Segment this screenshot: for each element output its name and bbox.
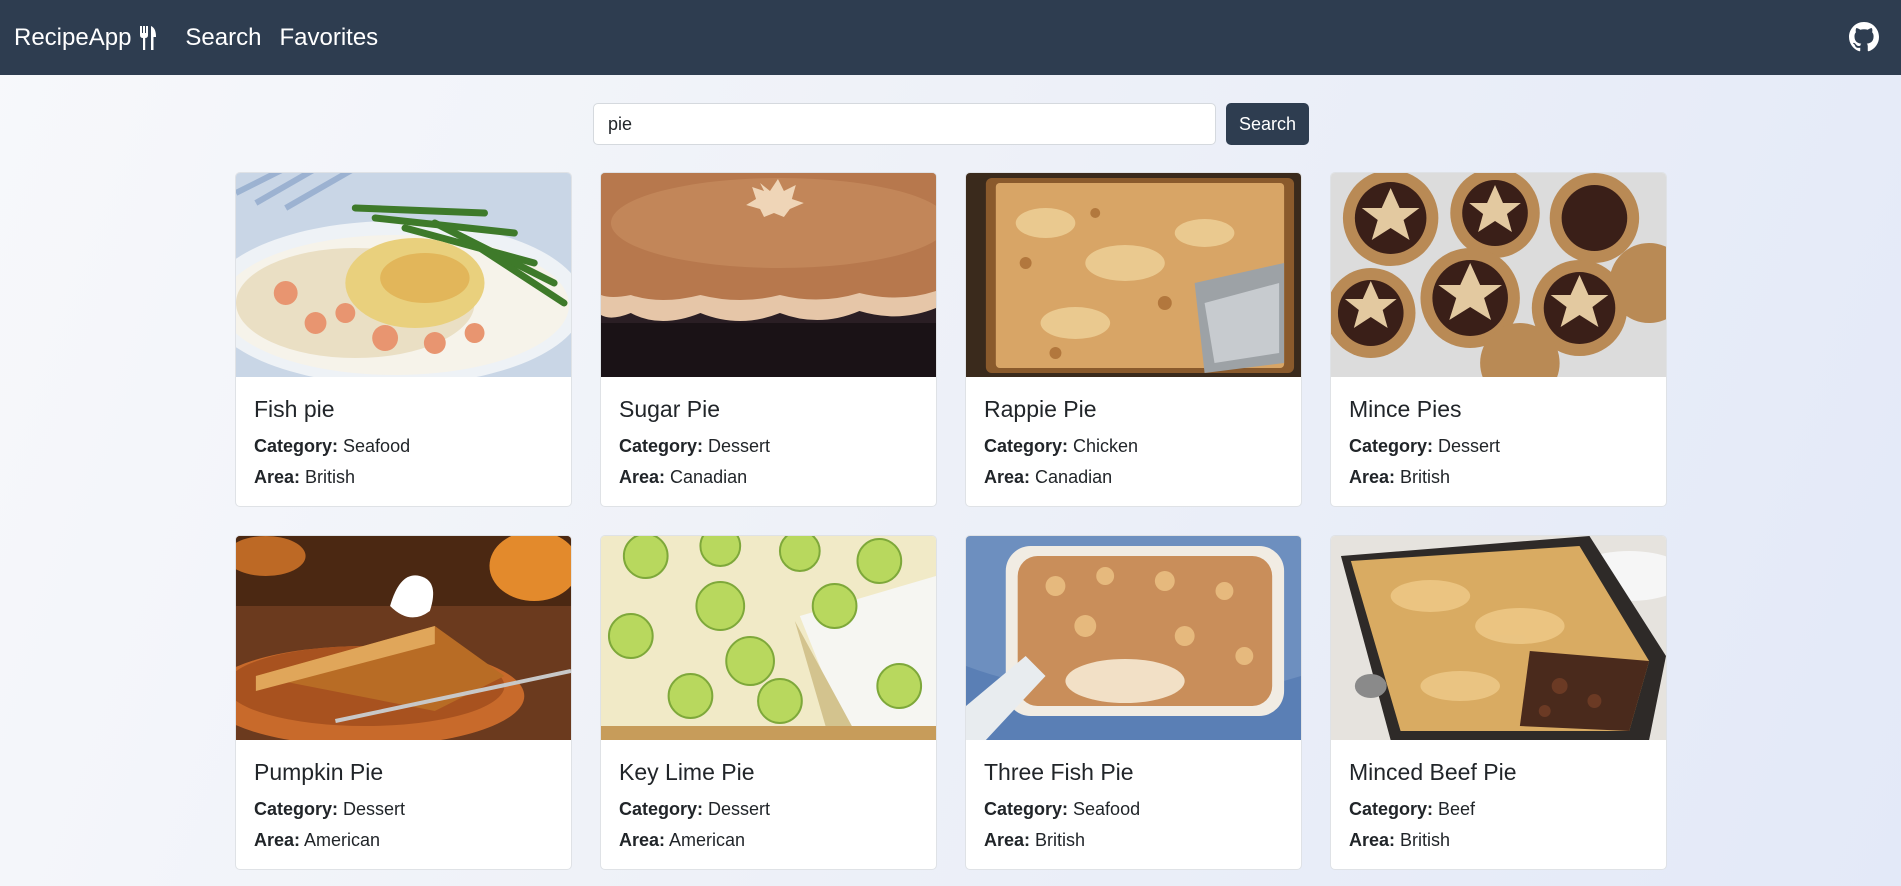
brand-link[interactable]: RecipeApp	[14, 24, 157, 52]
area-value: British	[1400, 467, 1451, 487]
recipe-category: Category: Seafood	[254, 431, 553, 462]
recipe-title: Rappie Pie	[984, 396, 1097, 422]
recipe-area: Area: Canadian	[984, 462, 1283, 493]
recipe-card[interactable]: Pumpkin Pie Category: Dessert Area: Amer…	[235, 535, 572, 870]
recipe-title: Pumpkin Pie	[254, 759, 384, 785]
area-value: Canadian	[1035, 467, 1113, 487]
area-value: British	[305, 467, 356, 487]
nav-link-search[interactable]: Search	[185, 24, 261, 52]
search-input[interactable]	[593, 103, 1216, 145]
recipe-card[interactable]: Key Lime Pie Category: Dessert Area: Ame…	[600, 535, 937, 870]
recipe-image	[601, 536, 936, 740]
area-value: American	[304, 830, 381, 850]
category-value: Seafood	[343, 436, 411, 456]
recipe-grid: Fish pie Category: Seafood Area: British…	[235, 172, 1667, 870]
area-value: Canadian	[670, 467, 748, 487]
recipe-category: Category: Chicken	[984, 431, 1283, 462]
recipe-title: Fish pie	[254, 396, 335, 422]
category-label: Category:	[984, 799, 1069, 819]
recipe-image	[236, 173, 571, 377]
nav-link-favorites[interactable]: Favorites	[279, 24, 378, 52]
search-button[interactable]: Search	[1226, 103, 1309, 145]
area-label: Area:	[984, 830, 1031, 850]
category-label: Category:	[619, 799, 704, 819]
recipe-image	[966, 536, 1301, 740]
area-label: Area:	[619, 467, 666, 487]
category-label: Category:	[254, 436, 339, 456]
recipe-title: Minced Beef Pie	[1349, 759, 1517, 785]
recipe-image	[601, 173, 936, 377]
recipe-area: Area: American	[254, 825, 553, 856]
recipe-area: Area: British	[1349, 825, 1648, 856]
search-bar: Search	[593, 103, 1309, 145]
category-label: Category:	[1349, 436, 1434, 456]
utensils-icon	[139, 25, 157, 50]
recipe-area: Area: British	[1349, 462, 1648, 493]
recipe-card[interactable]: Three Fish Pie Category: Seafood Area: B…	[965, 535, 1302, 870]
recipe-card[interactable]: Rappie Pie Category: Chicken Area: Canad…	[965, 172, 1302, 507]
category-value: Beef	[1438, 799, 1476, 819]
recipe-title: Mince Pies	[1349, 396, 1462, 422]
category-value: Chicken	[1073, 436, 1139, 456]
navbar: RecipeApp Search Favorites	[0, 0, 1901, 75]
area-label: Area:	[254, 830, 301, 850]
area-value: British	[1400, 830, 1451, 850]
recipe-card[interactable]: Fish pie Category: Seafood Area: British	[235, 172, 572, 507]
category-value: Dessert	[708, 436, 771, 456]
recipe-category: Category: Seafood	[984, 794, 1283, 825]
recipe-title: Three Fish Pie	[984, 759, 1134, 785]
area-label: Area:	[254, 467, 301, 487]
recipe-category: Category: Dessert	[619, 794, 918, 825]
recipe-category: Category: Dessert	[254, 794, 553, 825]
brand-name: RecipeApp	[14, 23, 132, 51]
recipe-area: Area: British	[254, 462, 553, 493]
category-label: Category:	[984, 436, 1069, 456]
recipe-title: Sugar Pie	[619, 396, 721, 422]
area-value: American	[669, 830, 746, 850]
category-label: Category:	[254, 799, 339, 819]
area-label: Area:	[1349, 467, 1396, 487]
category-value: Seafood	[1073, 799, 1141, 819]
category-value: Dessert	[708, 799, 771, 819]
recipe-category: Category: Dessert	[1349, 431, 1648, 462]
recipe-card[interactable]: Minced Beef Pie Category: Beef Area: Bri…	[1330, 535, 1667, 870]
recipe-image	[1331, 536, 1666, 740]
recipe-image	[1331, 173, 1666, 377]
category-label: Category:	[1349, 799, 1434, 819]
recipe-category: Category: Beef	[1349, 794, 1648, 825]
area-label: Area:	[1349, 830, 1396, 850]
category-value: Dessert	[1438, 436, 1501, 456]
area-label: Area:	[984, 467, 1031, 487]
github-icon[interactable]	[1849, 22, 1879, 52]
recipe-area: Area: Canadian	[619, 462, 918, 493]
area-label: Area:	[619, 830, 666, 850]
recipe-card[interactable]: Sugar Pie Category: Dessert Area: Canadi…	[600, 172, 937, 507]
recipe-area: Area: American	[619, 825, 918, 856]
recipe-image	[966, 173, 1301, 377]
recipe-area: Area: British	[984, 825, 1283, 856]
recipe-card[interactable]: Mince Pies Category: Dessert Area: Briti…	[1330, 172, 1667, 507]
recipe-image	[236, 536, 571, 740]
category-value: Dessert	[343, 799, 406, 819]
category-label: Category:	[619, 436, 704, 456]
recipe-title: Key Lime Pie	[619, 759, 755, 785]
recipe-category: Category: Dessert	[619, 431, 918, 462]
area-value: British	[1035, 830, 1086, 850]
